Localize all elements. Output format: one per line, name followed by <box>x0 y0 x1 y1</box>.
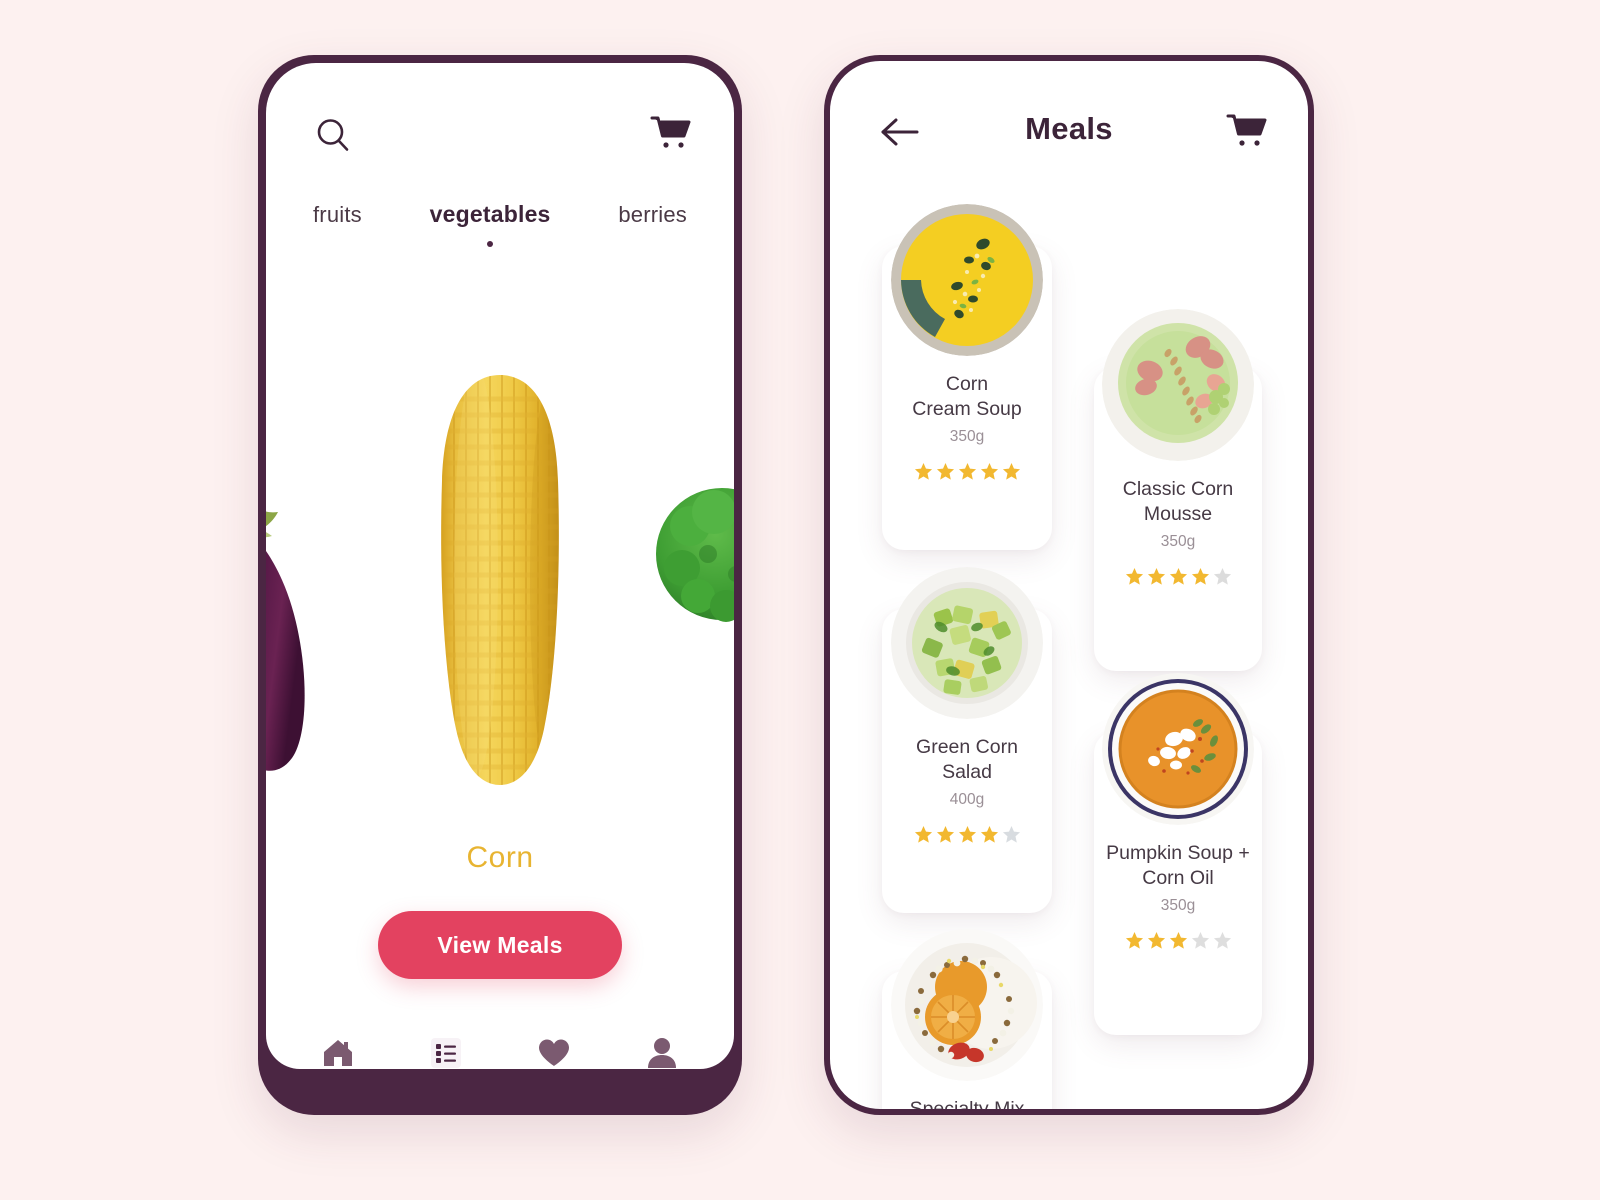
meal-name-line1: Specialty Mix <box>909 1098 1025 1115</box>
star-filled <box>1147 931 1166 950</box>
meal-name-line1: Classic Corn <box>1122 478 1234 500</box>
cart-icon[interactable] <box>1226 113 1268 151</box>
green-corn-salad-photo <box>891 567 1043 719</box>
tab-fruits-label: fruits <box>313 202 362 227</box>
view-meals-button[interactable]: View Meals <box>378 911 622 979</box>
nav-home[interactable] <box>316 1033 360 1077</box>
star-filled <box>1191 567 1210 586</box>
star-filled <box>1147 567 1166 586</box>
phone-right-frame: Meals Corn Cream Soup 350g Classic Corn … <box>824 55 1314 1115</box>
broccoli-image[interactable] <box>652 478 734 638</box>
search-icon[interactable] <box>315 117 351 153</box>
meal-card[interactable]: Specialty Mix <box>882 929 1052 1115</box>
star-filled <box>1125 567 1144 586</box>
meal-weight: 400g <box>949 791 985 808</box>
hero-product-area: Corn <box>266 313 734 874</box>
meal-card[interactable]: Corn Cream Soup 350g <box>882 204 1052 550</box>
bottom-navigation <box>258 1011 742 1115</box>
active-tab-dot <box>487 241 494 247</box>
star-filled <box>980 462 999 481</box>
home-icon <box>321 1037 355 1074</box>
rating-stars[interactable] <box>882 825 1052 844</box>
rating-stars[interactable] <box>1094 931 1262 950</box>
meal-name-line1: Pumpkin Soup + <box>1106 842 1250 864</box>
meal-name-line2: Mousse <box>1143 503 1213 525</box>
tab-berries[interactable]: berries <box>618 202 687 228</box>
star-filled <box>1125 931 1144 950</box>
nav-list[interactable] <box>424 1033 468 1077</box>
star-filled <box>914 462 933 481</box>
tab-fruits[interactable]: fruits <box>313 202 362 228</box>
star-filled <box>914 825 933 844</box>
meal-name: Classic Corn Mousse <box>1094 477 1262 527</box>
corn-cream-soup-photo <box>891 204 1043 356</box>
meal-card[interactable]: Classic Corn Mousse 350g <box>1094 309 1262 671</box>
meal-name-line2: Salad <box>942 761 992 783</box>
right-header: Meals <box>830 103 1308 163</box>
meal-name: Pumpkin Soup + Corn Oil <box>1094 841 1262 891</box>
classic-corn-mousse-photo <box>1102 309 1254 461</box>
specialty-mix-photo <box>891 929 1043 1081</box>
meals-list: Corn Cream Soup 350g Classic Corn Mousse… <box>830 181 1308 1109</box>
page-title: Corn <box>466 841 534 874</box>
star-filled <box>1002 462 1021 481</box>
star-empty <box>1002 825 1021 844</box>
star-filled <box>980 825 999 844</box>
left-topbar <box>266 111 734 167</box>
eggplant-image[interactable] <box>266 468 320 798</box>
meal-name-line2: Cream Soup <box>912 398 1022 420</box>
rating-stars[interactable] <box>1094 567 1262 586</box>
cart-icon[interactable] <box>650 115 692 153</box>
tab-vegetables-label: vegetables <box>429 201 551 227</box>
star-filled <box>1169 931 1188 950</box>
meal-card[interactable]: Green Corn Salad 400g <box>882 567 1052 913</box>
app-canvas: fruits vegetables berries Corn View Meal… <box>0 0 1600 1200</box>
meal-name: Green Corn Salad <box>882 735 1052 785</box>
star-filled <box>936 462 955 481</box>
meal-name-line1: Green Corn <box>916 736 1018 758</box>
star-filled <box>958 825 977 844</box>
nav-favorites[interactable] <box>532 1033 576 1077</box>
pumpkin-soup-corn-oil-photo <box>1102 673 1254 825</box>
heart-icon <box>537 1038 571 1073</box>
meal-name-line2: Corn Oil <box>1142 867 1214 889</box>
star-filled <box>1169 567 1188 586</box>
star-empty <box>1213 931 1232 950</box>
corn-cob-image[interactable] <box>432 371 568 791</box>
rating-stars[interactable] <box>882 462 1052 481</box>
meal-name: Specialty Mix <box>882 1097 1052 1115</box>
tab-vegetables[interactable]: vegetables <box>429 201 551 247</box>
phone-left-screen: fruits vegetables berries Corn View Meal… <box>266 63 734 1069</box>
meal-weight: 350g <box>1160 533 1196 550</box>
meal-weight: 350g <box>1160 897 1196 914</box>
nav-profile[interactable] <box>640 1033 684 1077</box>
meal-name-line1: Corn <box>945 373 989 395</box>
meal-card[interactable]: Pumpkin Soup + Corn Oil 350g <box>1094 673 1262 1035</box>
meal-weight: 350g <box>949 428 985 445</box>
meal-name: Corn Cream Soup <box>882 372 1052 422</box>
person-icon <box>647 1037 677 1074</box>
star-filled <box>936 825 955 844</box>
tab-berries-label: berries <box>618 202 687 227</box>
category-tabs: fruits vegetables berries <box>266 201 734 247</box>
star-empty <box>1213 567 1232 586</box>
phone-left-frame: fruits vegetables berries Corn View Meal… <box>258 55 742 1115</box>
list-icon <box>430 1037 462 1074</box>
star-filled <box>958 462 977 481</box>
star-empty <box>1191 931 1210 950</box>
